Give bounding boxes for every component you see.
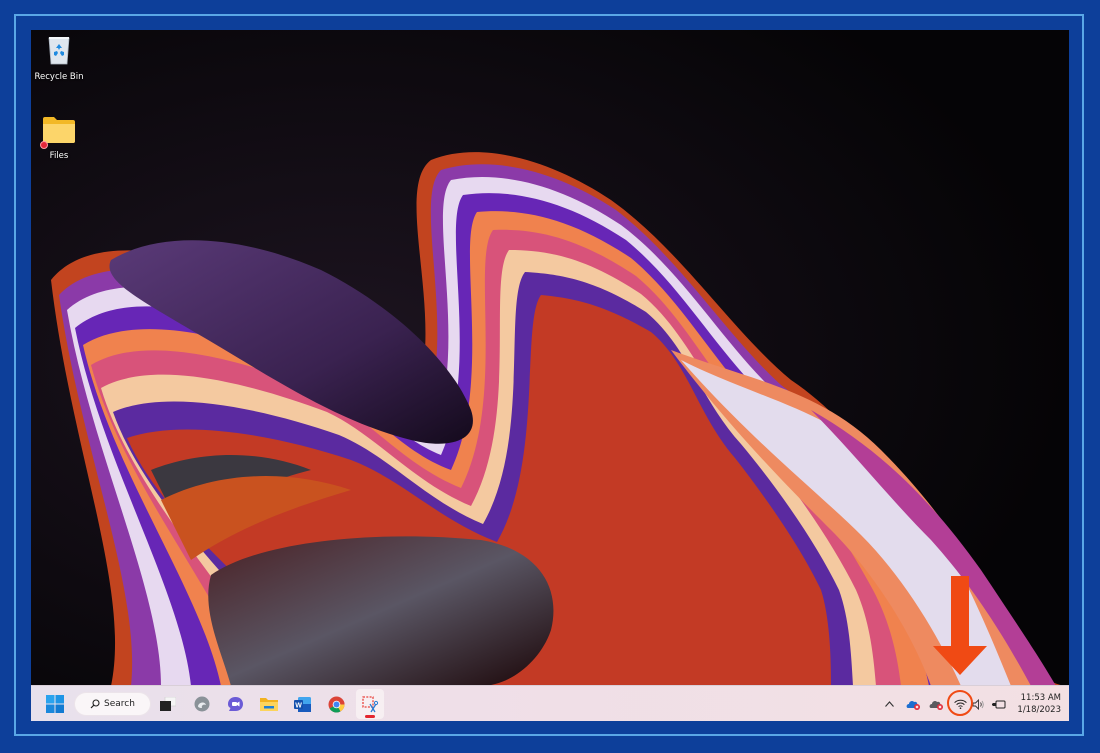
file-explorer-icon	[260, 697, 278, 711]
active-indicator	[365, 715, 375, 718]
tray-overflow-button[interactable]	[881, 686, 897, 721]
chevron-up-icon	[884, 701, 894, 707]
folder-icon	[43, 117, 75, 143]
taskbar: Search W 11:53 AM 1/18/2023	[31, 685, 1069, 721]
tray-clock[interactable]: 11:53 AM 1/18/2023	[1017, 692, 1061, 716]
desktop-icon-label: Files	[49, 151, 69, 161]
tray-onedrive-personal[interactable]	[928, 686, 944, 721]
taskbar-word[interactable]: W	[288, 689, 316, 719]
clock-date: 1/18/2023	[1017, 705, 1061, 715]
svg-text:W: W	[295, 702, 302, 709]
onedrive-personal-error-icon	[929, 700, 943, 710]
search-icon	[90, 699, 100, 709]
taskbar-task-view[interactable]	[154, 689, 182, 719]
start-button[interactable]	[41, 689, 69, 719]
desktop-icon-label: Recycle Bin	[34, 72, 84, 82]
tray-battery[interactable]	[990, 686, 1008, 721]
word-icon: W	[293, 696, 311, 712]
windows-start-icon	[46, 695, 64, 713]
taskbar-snipping-tool[interactable]	[356, 689, 384, 719]
clock-time: 11:53 AM	[1020, 693, 1061, 703]
edge-icon	[194, 696, 210, 712]
volume-icon	[972, 698, 984, 710]
chrome-icon	[328, 696, 344, 712]
battery-charging-icon	[992, 700, 1006, 708]
search-label: Search	[104, 699, 135, 709]
taskbar-edge[interactable]	[188, 689, 216, 719]
taskbar-file-explorer[interactable]	[255, 689, 283, 719]
annotation-circle	[947, 690, 973, 716]
annotation-arrow-down-icon	[933, 576, 987, 675]
taskbar-chrome[interactable]	[322, 689, 350, 719]
desktop-screen: Recycle Bin Files Search W 11:53 AM 1/18…	[31, 30, 1069, 721]
error-badge	[40, 141, 48, 149]
task-view-icon	[160, 697, 176, 711]
desktop-icon-recycle-bin[interactable]: Recycle Bin	[31, 34, 87, 82]
recycle-bin-icon	[48, 37, 70, 65]
search-box[interactable]: Search	[75, 693, 150, 715]
wallpaper	[31, 30, 1069, 686]
tray-onedrive-business[interactable]	[905, 686, 921, 721]
teams-chat-icon	[227, 697, 243, 711]
onedrive-error-icon	[906, 700, 920, 710]
desktop-icon-files[interactable]: Files	[31, 116, 87, 161]
snipping-tool-icon	[361, 695, 378, 712]
taskbar-chat[interactable]	[221, 689, 249, 719]
